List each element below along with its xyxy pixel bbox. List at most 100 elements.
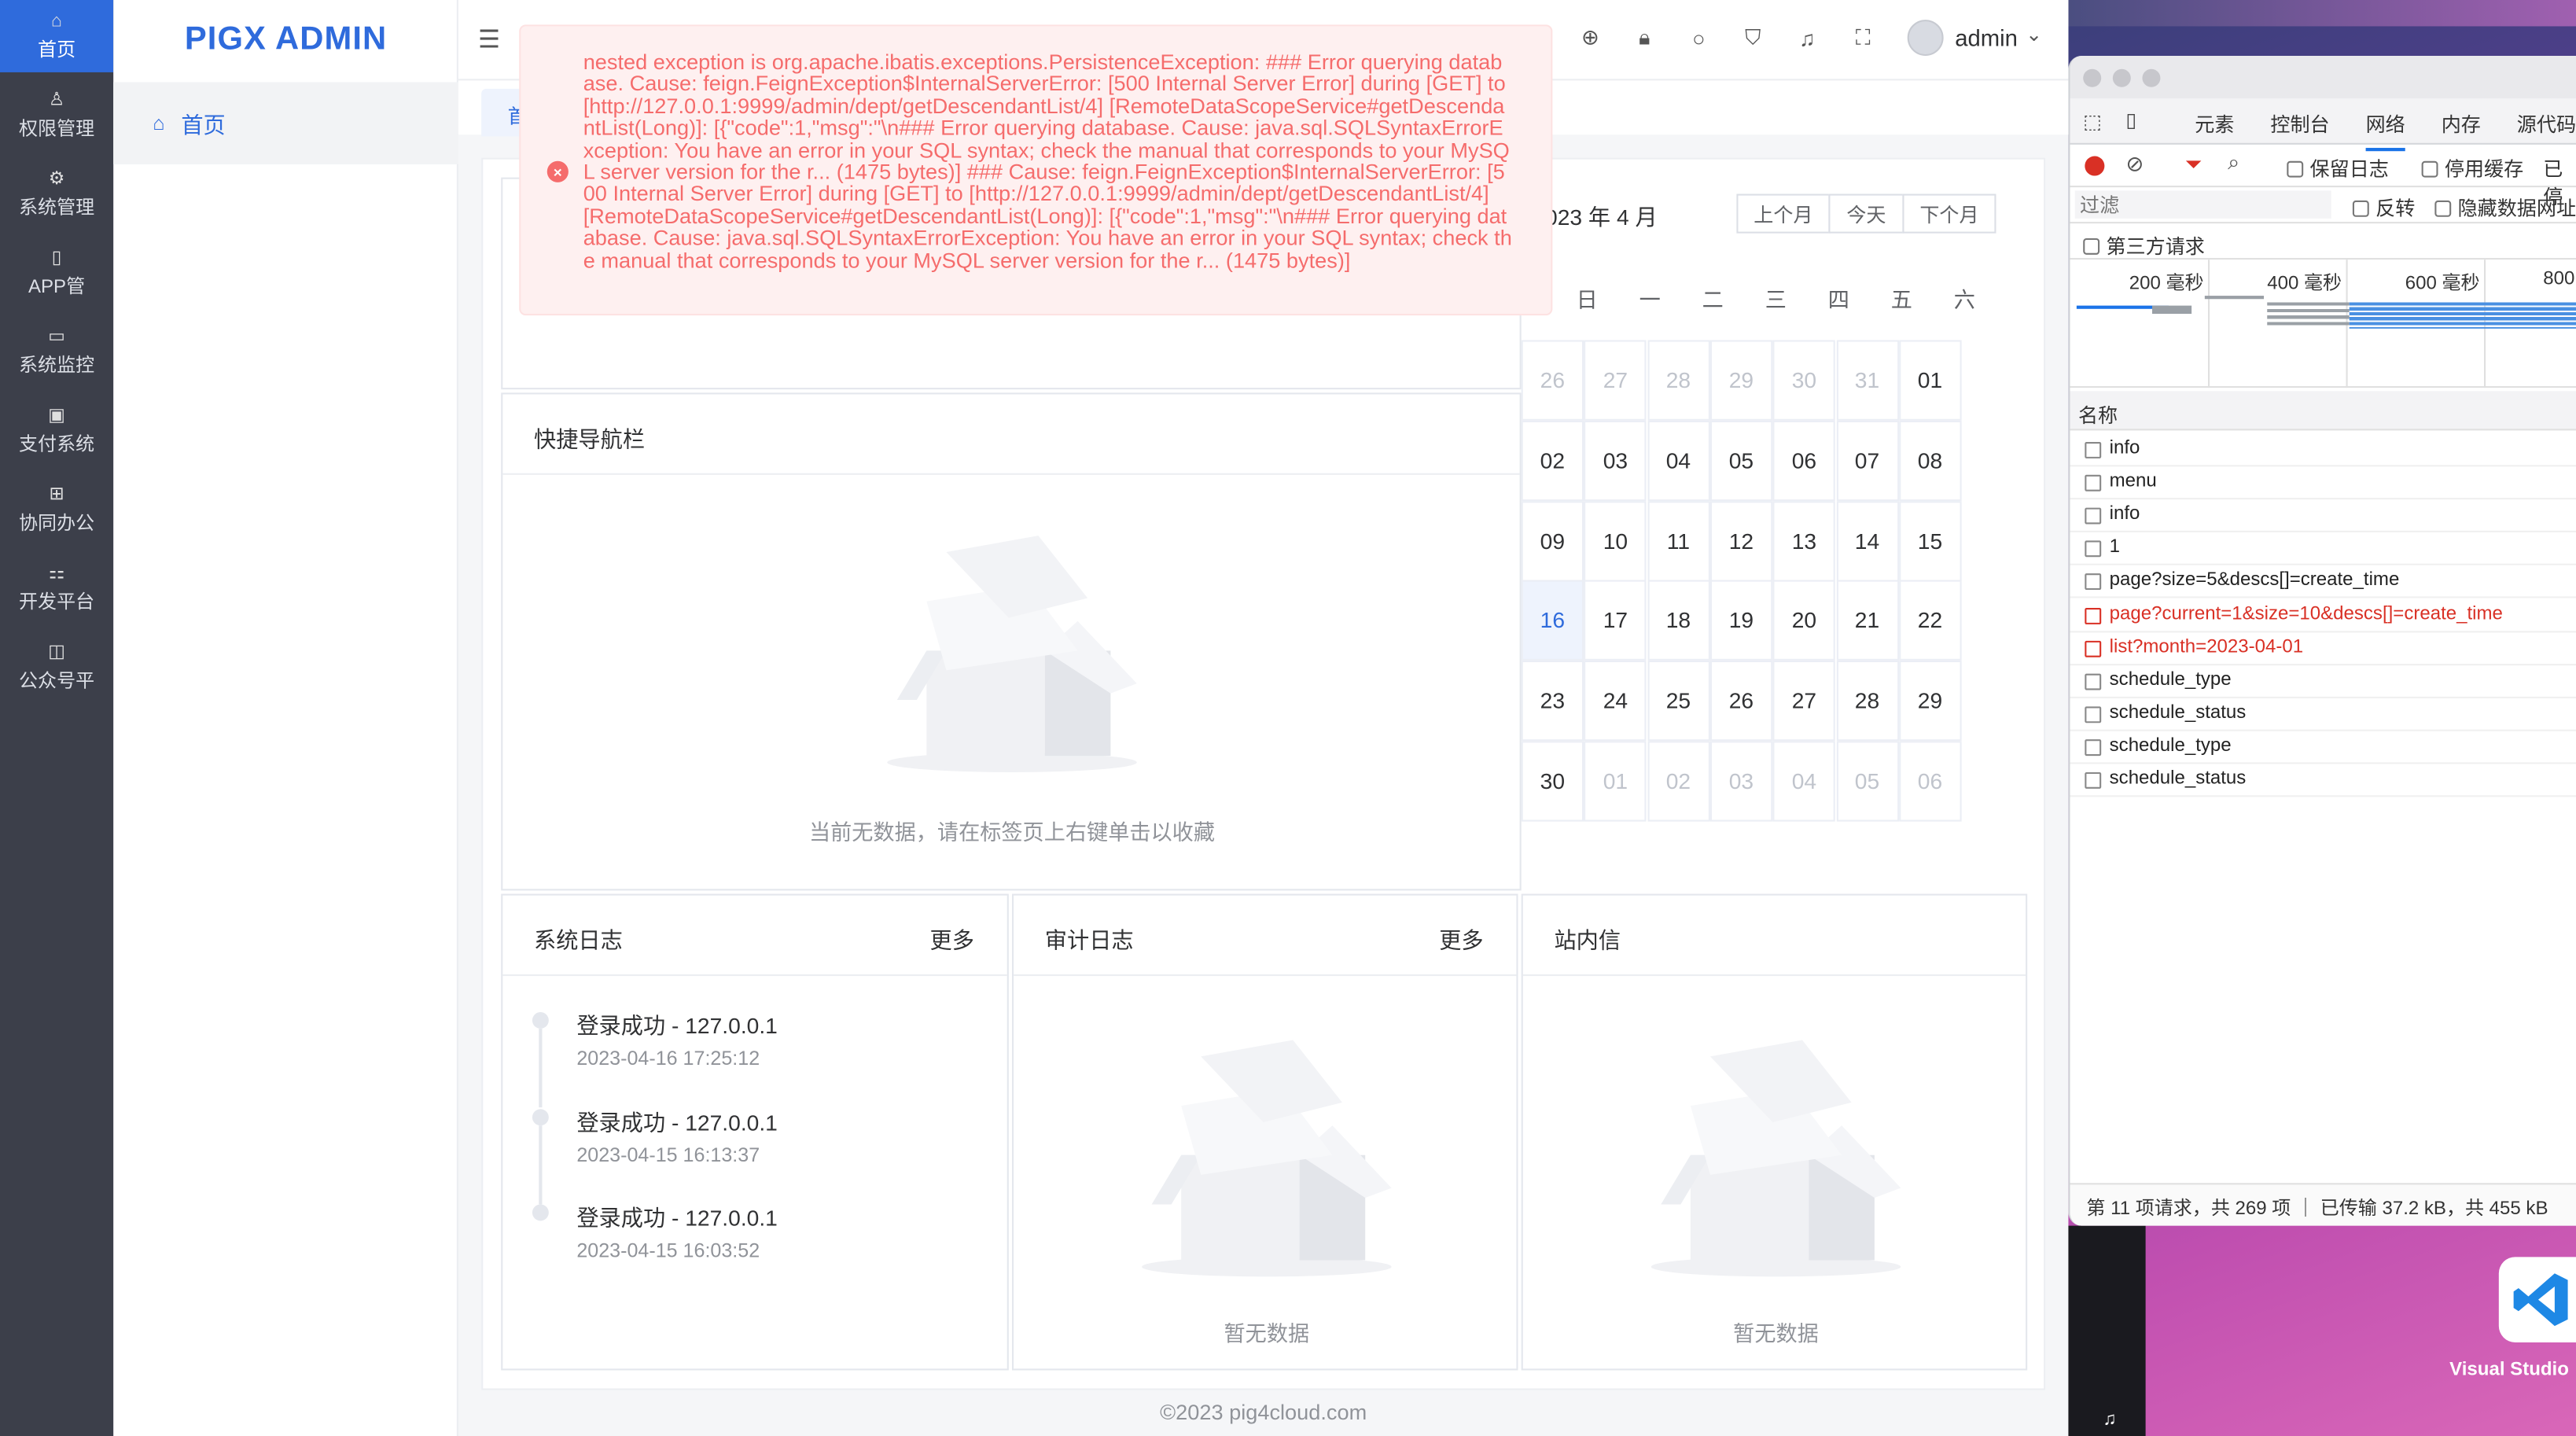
hide-data-urls-checkbox[interactable]: 隐藏数据网址 — [2434, 194, 2576, 223]
network-request-row[interactable]: page?current=1&size=10&descs[]=create_ti… — [2070, 599, 2576, 632]
quicknav-title: 快捷导航栏 — [502, 394, 1520, 475]
devtools-tab-memory[interactable]: 内存 — [2442, 110, 2481, 138]
nav-item-8[interactable]: ◫ 公众号平 — [0, 631, 113, 703]
timeline-bar — [2267, 302, 2350, 326]
window-minimize-button[interactable] — [2112, 68, 2131, 87]
nav-item-4[interactable]: ▭ 系统监控 — [0, 315, 113, 388]
language-icon[interactable]: ⊕ — [1576, 23, 1606, 53]
nav-item-2[interactable]: ⚙ 系统管理 — [0, 158, 113, 230]
hide-data-urls-label: 隐藏数据网址 — [2457, 197, 2576, 220]
app-logo[interactable]: PIGX ADMIN — [113, 0, 458, 79]
preserve-log-label: 保留日志 — [2309, 157, 2389, 181]
network-request-row[interactable]: schedule_status — [2070, 764, 2576, 797]
payment-icon: ▣ — [48, 405, 65, 425]
nav-item-5[interactable]: ▣ 支付系统 — [0, 394, 113, 466]
log-title: 登录成功 - 127.0.0.1 — [576, 1014, 778, 1039]
submenu-home-label: 首页 — [181, 113, 226, 138]
network-request-row[interactable]: list?month=2023-04-01 — [2070, 632, 2576, 665]
timeline-bar — [2151, 305, 2192, 315]
nav-item-7[interactable]: ⚏ 开发平台 — [0, 552, 113, 624]
home-icon: ⌂ — [51, 10, 63, 31]
quicknav-card: 快捷导航栏 当前无数据，请在标签页上右键单击以收藏 — [501, 392, 1522, 891]
nav-item-6[interactable]: ⊞ 协同办公 — [0, 473, 113, 546]
network-request-row[interactable]: schedule_type — [2070, 665, 2576, 698]
nav-item-label: APP管 — [28, 277, 86, 297]
devtools-tabs: ⬚ ▯ 元素 控制台 网络 内存 源代码 — [2070, 98, 2576, 152]
log-time: 2023-04-15 16:13:37 — [576, 1143, 760, 1166]
menu-collapse-icon[interactable]: ☰ — [478, 24, 500, 54]
preserve-log-checkbox[interactable]: 保留日志 — [2287, 154, 2389, 182]
chevron-down-icon[interactable]: ⌄ — [2026, 23, 2042, 46]
avatar[interactable] — [1907, 20, 1944, 57]
username[interactable]: admin — [1955, 24, 2018, 50]
window-zoom-button[interactable] — [2142, 68, 2161, 87]
network-request-row[interactable]: 1 — [2070, 533, 2576, 566]
inbox-title: 站内信 — [1522, 896, 2026, 977]
search-icon[interactable]: ⌕ — [2228, 149, 2239, 175]
clear-icon[interactable]: ⊘ — [2126, 151, 2144, 177]
filter-row: 反转 隐藏数据网址 — [2070, 187, 2576, 224]
timeline-bar — [2204, 296, 2265, 300]
search-icon[interactable]: ○ — [1684, 23, 1714, 53]
vscode-dock-icon[interactable] — [2498, 1257, 2576, 1342]
request-type-icon — [2085, 540, 2102, 558]
request-name: schedule_status — [2109, 702, 2247, 723]
bell-icon[interactable]: ♫ — [2103, 1410, 2116, 1430]
disable-cache-label: 停用缓存 — [2444, 157, 2524, 181]
filter-icon[interactable]: ⏷ — [2185, 151, 2202, 177]
error-toast: × nested exception is org.apache.ibatis.… — [519, 24, 1553, 316]
request-name: info — [2109, 504, 2140, 525]
syslog-card: 系统日志 更多 登录成功 - 127.0.0.1 2023-04-16 17:25… — [501, 893, 1009, 1371]
disable-cache-checkbox[interactable]: 停用缓存 — [2421, 154, 2524, 182]
error-message: nested exception is org.apache.ibatis.ex… — [583, 49, 1512, 273]
request-name: 1 — [2109, 537, 2121, 558]
audit-more-link[interactable]: 更多 — [1439, 922, 1483, 955]
lock-icon[interactable]: 🔒︎ — [1630, 23, 1660, 53]
request-name: schedule_type — [2109, 735, 2232, 756]
theme-icon[interactable]: ⛉ — [1738, 23, 1768, 53]
syslog-more-link[interactable]: 更多 — [930, 922, 974, 955]
request-type-icon — [2085, 475, 2102, 492]
network-request-row[interactable]: info — [2070, 500, 2576, 533]
network-timeline-overview: 200 毫秒 400 毫秒 600 毫秒 800 — [2070, 260, 2576, 388]
timeline-divider — [2208, 260, 2210, 388]
filter-input[interactable] — [2074, 190, 2331, 219]
devtools-tab-console[interactable]: 控制台 — [2270, 110, 2329, 138]
invert-checkbox[interactable]: 反转 — [2352, 194, 2415, 223]
nav-item-0[interactable]: ⌂ 首页 — [0, 0, 114, 72]
dev-platform-icon: ⚏ — [48, 562, 65, 583]
timeline-dot — [532, 1012, 549, 1029]
vscode-dock-label: Visual Studio — [2449, 1360, 2569, 1381]
network-status-bar: 第 11 项请求，共 269 项 ｜ 已传输 37.2 kB，共 455 kB — [2070, 1183, 2576, 1226]
empty-box-icon — [1142, 1040, 1392, 1277]
home-icon: ⌂ — [153, 112, 165, 135]
bell-icon[interactable]: ♫ — [1792, 23, 1822, 53]
nav-item-label: 首页 — [38, 40, 76, 61]
request-name: menu — [2109, 471, 2157, 492]
third-party-checkbox[interactable]: 第三方请求 — [2070, 223, 2576, 260]
checkbox-icon — [2083, 237, 2100, 255]
record-icon[interactable] — [2085, 156, 2105, 176]
nav-item-3[interactable]: ▯ APP管 — [0, 237, 113, 309]
network-name-header[interactable]: 名称 — [2070, 391, 2576, 431]
network-request-row[interactable]: schedule_type — [2070, 731, 2576, 764]
devtools-tab-elements[interactable]: 元素 — [2195, 110, 2234, 138]
timeline-tick: 600 毫秒 — [2405, 274, 2480, 294]
inspect-icon[interactable]: ⬚ — [2083, 110, 2102, 133]
fullscreen-icon[interactable]: ⛶ — [1848, 23, 1878, 53]
devtools-tab-sources[interactable]: 源代码 — [2517, 110, 2576, 138]
network-request-row[interactable]: info — [2070, 434, 2576, 467]
network-request-row[interactable]: menu — [2070, 467, 2576, 500]
inbox-empty-text: 暂无数据 — [1733, 1320, 1819, 1346]
nav-item-label: 公众号平 — [19, 671, 95, 691]
device-toolbar-icon[interactable]: ▯ — [2126, 109, 2137, 131]
log-time: 2023-04-15 16:03:52 — [576, 1239, 760, 1262]
window-close-button[interactable] — [2083, 68, 2102, 87]
network-request-row[interactable]: schedule_status — [2070, 698, 2576, 731]
log-time: 2023-04-16 17:25:12 — [576, 1046, 760, 1070]
request-name: schedule_type — [2109, 669, 2232, 690]
network-request-row[interactable]: page?size=5&descs[]=create_time — [2070, 566, 2576, 599]
empty-box-icon — [1650, 1040, 1901, 1277]
nav-item-1[interactable]: ♙ 权限管理 — [0, 79, 113, 151]
submenu-item-home[interactable]: ⌂ 首页 — [113, 82, 458, 164]
